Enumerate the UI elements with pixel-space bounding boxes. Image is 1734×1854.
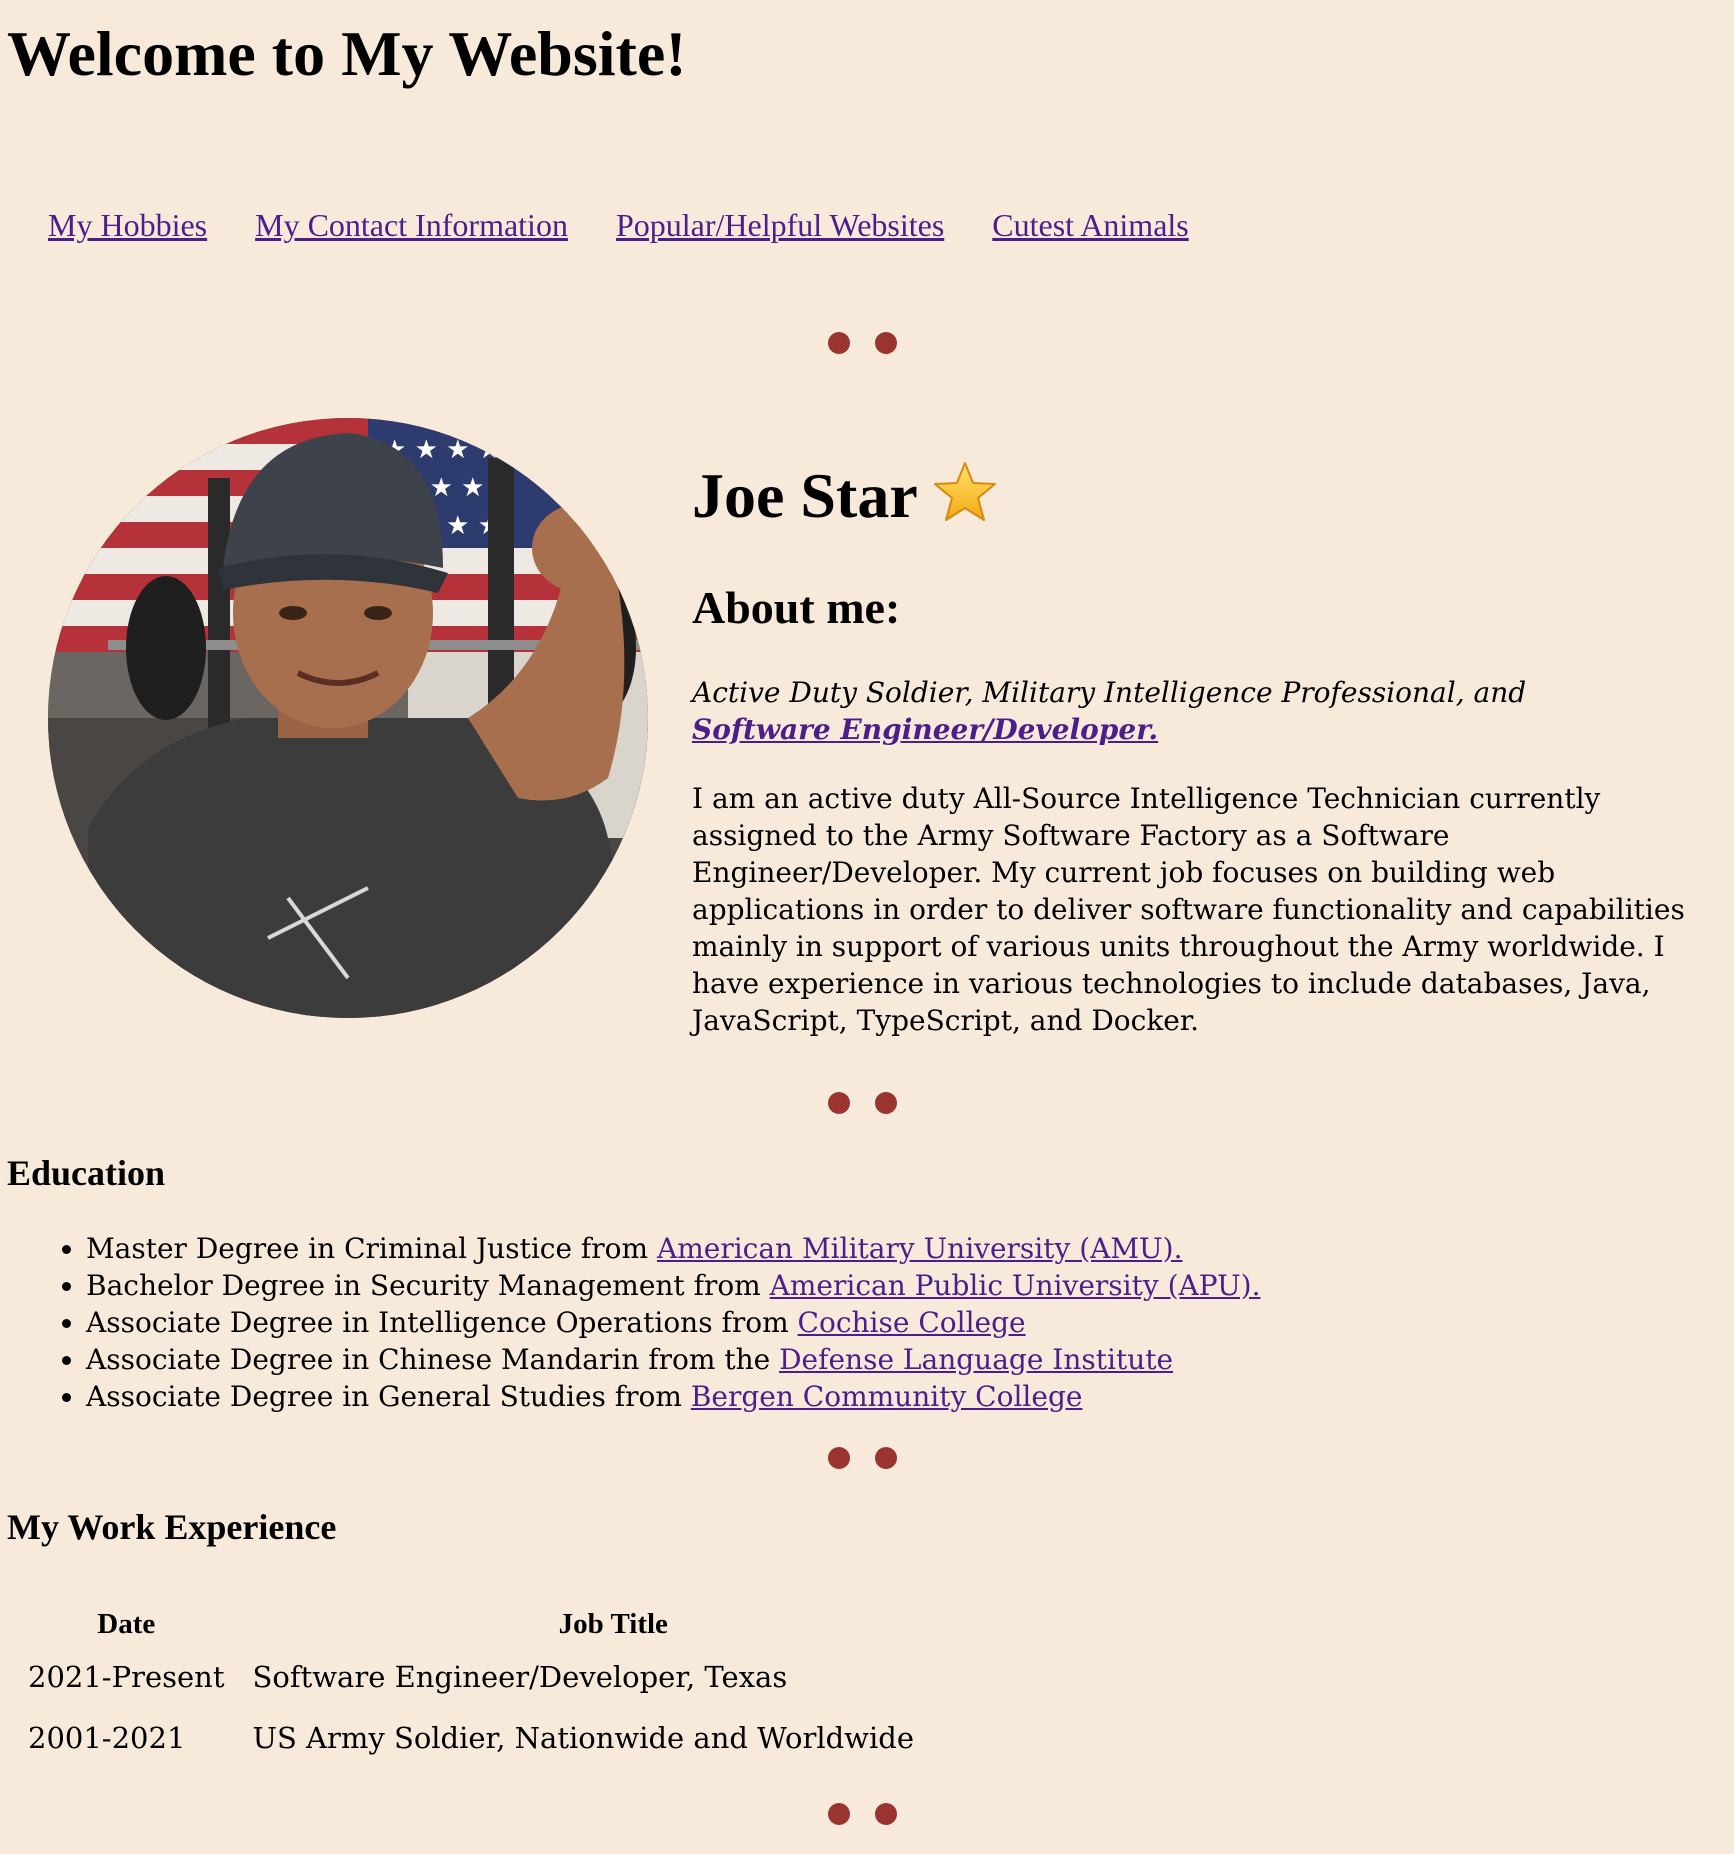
education-degree: Associate Degree in Intelligence Operati… — [86, 1306, 798, 1339]
list-item: Associate Degree in General Studies from… — [86, 1378, 1686, 1415]
school-link-dli[interactable]: Defense Language Institute — [779, 1343, 1173, 1376]
education-degree: Associate Degree in General Studies from — [86, 1380, 691, 1413]
work-date: 2001-2021 — [28, 1720, 186, 1755]
column-header-date: Date — [97, 1607, 156, 1640]
work-date: 2021-Present — [28, 1659, 225, 1694]
list-item: Bachelor Degree in Security Management f… — [86, 1267, 1686, 1304]
nav-link-contact[interactable]: My Contact Information — [255, 207, 568, 243]
page: Welcome to My Website! My Hobbies My Con… — [0, 0, 1734, 1854]
profile-tagline: Active Duty Soldier, Military Intelligen… — [692, 674, 1652, 748]
work-experience-table: Date Job Title 2021-Present Software Eng… — [6, 1602, 936, 1768]
nav-link-hobbies[interactable]: My Hobbies — [48, 207, 207, 243]
about-heading: About me: — [692, 582, 901, 633]
divider-dot — [875, 1092, 897, 1114]
page-title: Welcome to My Website! — [7, 18, 687, 89]
star-icon — [932, 461, 998, 540]
section-divider — [0, 332, 1734, 354]
top-nav: My Hobbies My Contact Information Popula… — [48, 203, 1229, 247]
section-divider — [0, 1803, 1734, 1825]
about-description: I am an active duty All-Source Intellige… — [692, 782, 1685, 1037]
school-link-bergen[interactable]: Bergen Community College — [691, 1380, 1083, 1413]
nav-link-websites[interactable]: Popular/Helpful Websites — [616, 207, 944, 243]
education-heading: Education — [7, 1153, 166, 1193]
software-engineer-link[interactable]: Software Engineer/Developer. — [692, 713, 1158, 746]
school-link-amu[interactable]: American Military University (AMU). — [657, 1232, 1182, 1265]
divider-dot — [875, 332, 897, 354]
work-experience-heading: My Work Experience — [7, 1507, 337, 1547]
school-link-cochise[interactable]: Cochise College — [798, 1306, 1026, 1339]
education-degree: Associate Degree in Chinese Mandarin fro… — [86, 1343, 780, 1376]
section-divider — [0, 1092, 1734, 1114]
divider-dot — [828, 1447, 850, 1469]
work-title: US Army Soldier, Nationwide and Worldwid… — [252, 1720, 915, 1755]
school-link-apu[interactable]: American Public University (APU). — [770, 1269, 1261, 1302]
divider-dot — [828, 332, 850, 354]
list-item: Master Degree in Criminal Justice from A… — [86, 1230, 1686, 1267]
column-header-job-title: Job Title — [558, 1607, 668, 1640]
table-row: 2001-2021 US Army Soldier, Nationwide an… — [22, 1707, 920, 1768]
divider-dot — [828, 1803, 850, 1825]
divider-dot — [875, 1447, 897, 1469]
divider-dot — [875, 1803, 897, 1825]
list-item: Associate Degree in Intelligence Operati… — [86, 1304, 1686, 1341]
profile-name-text: Joe Star — [692, 460, 918, 531]
profile-photo-image: ★ ★ ★ ★ ★ ★ ★ ★ ★ ★ ★ — [48, 418, 648, 1018]
tagline-text: Active Duty Soldier, Military Intelligen… — [692, 676, 1527, 709]
education-degree: Master Degree in Criminal Justice from — [86, 1232, 657, 1265]
table-header-row: Date Job Title — [22, 1602, 920, 1646]
profile-photo: ★ ★ ★ ★ ★ ★ ★ ★ ★ ★ ★ — [48, 418, 648, 1018]
divider-dot — [828, 1092, 850, 1114]
profile-name: Joe Star — [692, 458, 998, 540]
table-row: 2021-Present Software Engineer/Developer… — [22, 1646, 920, 1707]
list-item: Associate Degree in Chinese Mandarin fro… — [86, 1341, 1686, 1378]
nav-link-animals[interactable]: Cutest Animals — [992, 207, 1188, 243]
section-divider — [0, 1447, 1734, 1469]
work-title: Software Engineer/Developer, Texas — [252, 1659, 788, 1694]
education-degree: Bachelor Degree in Security Management f… — [86, 1269, 770, 1302]
education-list: Master Degree in Criminal Justice from A… — [48, 1230, 1686, 1415]
